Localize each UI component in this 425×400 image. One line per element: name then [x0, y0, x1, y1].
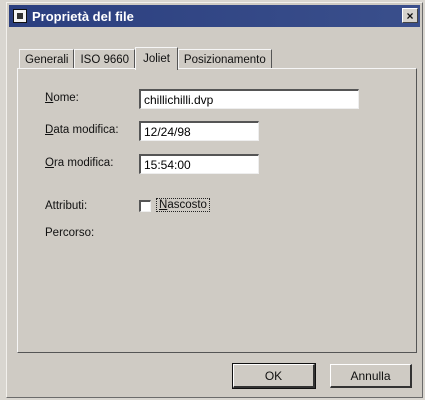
close-button[interactable]: × — [402, 8, 418, 23]
path-label: Percorso: — [45, 227, 95, 239]
hidden-checkbox-label[interactable]: Nascosto — [156, 198, 210, 212]
attributes-label: Attributi: — [45, 200, 88, 212]
file-properties-dialog: Proprietà del file × Generali ISO 9660 J… — [6, 2, 423, 398]
cancel-button[interactable]: Annulla — [330, 364, 412, 388]
hidden-checkbox[interactable] — [139, 200, 151, 212]
tab-joliet[interactable]: Joliet — [135, 47, 178, 70]
tab-iso-9660[interactable]: ISO 9660 — [74, 49, 136, 70]
modified-time-field[interactable] — [139, 154, 259, 174]
tab-posizionamento[interactable]: Posizionamento — [177, 49, 272, 70]
window-title: Proprietà del file — [32, 8, 134, 24]
joliet-panel: Nome: Data modifica: Ora modifica: Attri… — [17, 68, 417, 353]
modified-date-label: Data modifica: — [45, 124, 119, 136]
file-icon — [13, 9, 27, 23]
modified-date-field[interactable] — [139, 121, 259, 141]
tab-bar: Generali ISO 9660 Joliet Posizionamento — [19, 47, 272, 70]
ok-button[interactable]: OK — [232, 363, 316, 389]
name-label: Nome: — [45, 92, 79, 104]
name-field[interactable] — [139, 89, 359, 109]
title-bar: Proprietà del file × — [9, 5, 420, 27]
tab-generali[interactable]: Generali — [19, 49, 75, 70]
modified-time-label: Ora modifica: — [45, 157, 114, 169]
